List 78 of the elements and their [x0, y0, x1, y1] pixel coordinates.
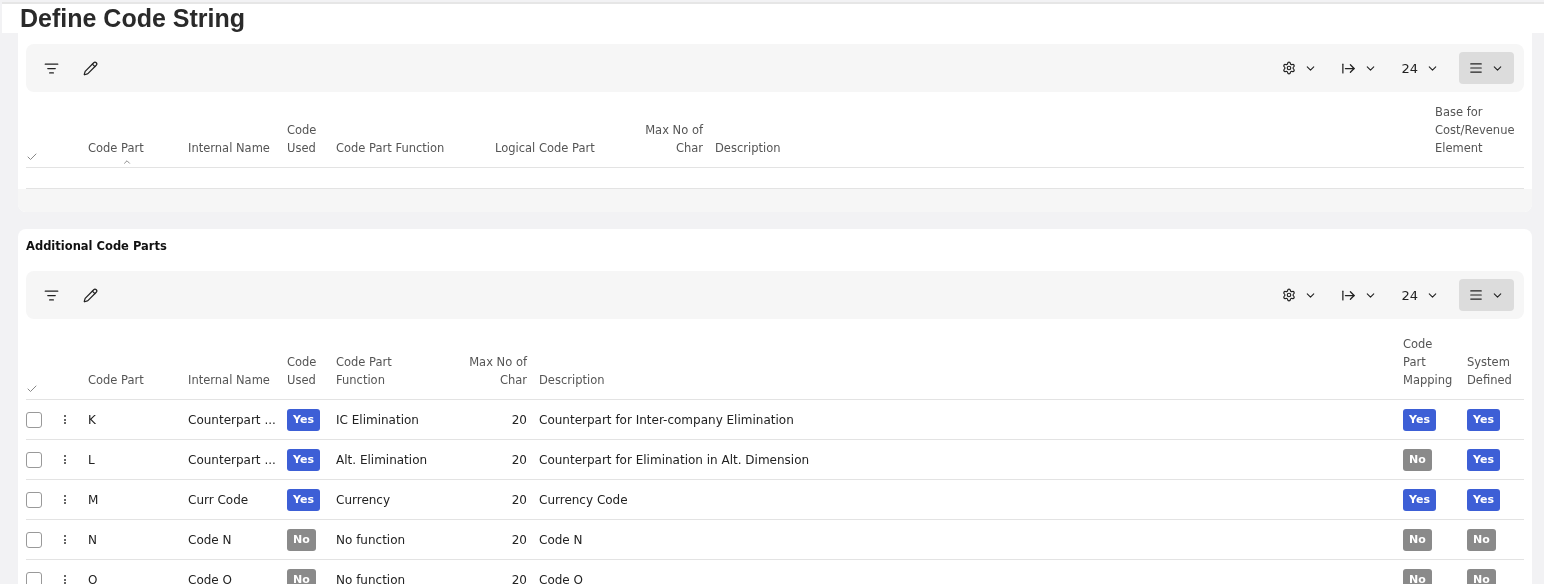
page-title: Define Code String — [20, 4, 245, 33]
row-checkbox[interactable] — [26, 451, 42, 468]
select-all-icon[interactable] — [26, 151, 38, 163]
table-cell-text: K — [88, 412, 97, 427]
table-cell-text: 20 — [510, 412, 527, 427]
table-cell-text: Counterpart for Inter-company Elimination — [538, 412, 795, 427]
column-header[interactable]: Max No of Char — [633, 121, 703, 167]
settings-icon — [1282, 288, 1297, 302]
table-cell-text: Code N — [188, 532, 233, 547]
status-badge: No — [1467, 529, 1496, 551]
status-badge: Yes — [1467, 489, 1500, 511]
table-cell-text: 20 — [510, 452, 527, 467]
table-cell-text: 20 — [510, 492, 527, 507]
table-cell-text: L — [88, 452, 96, 467]
column-header[interactable]: Code Used — [287, 353, 327, 399]
status-badge: No — [1403, 569, 1432, 584]
row-checkbox[interactable] — [26, 571, 42, 584]
status-badge: No — [1403, 449, 1432, 471]
table-cell-text: 20 — [510, 532, 527, 547]
row-checkbox[interactable] — [26, 491, 42, 508]
filter-icon — [44, 60, 59, 76]
table-cell-text: O — [88, 572, 99, 584]
table-cell-text: Currency Code — [538, 492, 629, 507]
table-cell-text: Code N — [538, 532, 584, 547]
column-header[interactable]: Code Part — [88, 371, 144, 399]
pencil-icon — [83, 60, 98, 76]
status-badge: No — [287, 569, 316, 584]
column-header[interactable]: Code Part Function — [336, 139, 445, 167]
filter-icon — [44, 287, 59, 303]
table-cell-text: Alt. Elimination — [336, 452, 429, 467]
column-header[interactable]: Logical Code Part — [495, 139, 595, 167]
table-cell-text: No function — [336, 532, 407, 547]
status-badge: No — [287, 529, 316, 551]
settings-icon — [1282, 61, 1297, 75]
table-cell-text: 20 — [510, 572, 527, 584]
table-cell-text: M — [88, 492, 100, 507]
page-size-button[interactable]: 24 — [1397, 54, 1443, 82]
table-cell-text: Counterpart ... — [188, 452, 277, 467]
column-header[interactable]: Code Part Function — [336, 353, 426, 399]
column-header[interactable]: Base for Cost/Revenue Element — [1435, 103, 1524, 167]
column-header[interactable]: Code Used — [287, 121, 327, 167]
column-header[interactable]: System Defined — [1467, 353, 1517, 399]
lines-icon — [1469, 61, 1483, 75]
column-header[interactable]: Code Part Mapping — [1403, 335, 1458, 399]
sort-icon — [122, 157, 133, 167]
table-cell-text: No function — [336, 572, 407, 584]
column-header[interactable]: Internal Name — [188, 371, 270, 399]
table-cell-text: N — [88, 532, 98, 547]
section-title: Additional Code Parts — [26, 238, 168, 255]
density-button[interactable] — [1459, 279, 1514, 311]
status-badge: Yes — [1403, 409, 1436, 431]
pencil-icon — [83, 287, 98, 303]
column-header[interactable]: Internal Name — [188, 139, 270, 167]
row-checkbox[interactable] — [26, 411, 42, 428]
lines-icon — [1469, 288, 1483, 302]
status-badge: Yes — [287, 449, 320, 471]
status-badge: No — [1403, 529, 1432, 551]
table-cell-text: Counterpart ... — [188, 412, 277, 427]
select-all-icon[interactable] — [26, 383, 38, 395]
column-header[interactable]: Max No of Char — [468, 353, 527, 399]
status-badge: Yes — [287, 409, 320, 431]
status-badge: Yes — [287, 489, 320, 511]
row-checkbox[interactable] — [26, 531, 42, 548]
column-header[interactable]: Code Part — [88, 139, 144, 167]
density-button[interactable] — [1459, 52, 1514, 84]
column-header[interactable]: Description — [527, 371, 605, 399]
table-cell-text: IC Elimination — [336, 412, 420, 427]
page-size-button[interactable]: 24 — [1397, 281, 1443, 309]
table-cell-text: Curr Code — [188, 492, 250, 507]
table-cell-text: Currency — [336, 492, 392, 507]
column-header[interactable]: Description — [703, 139, 781, 167]
status-badge: Yes — [1467, 449, 1500, 471]
status-badge: Yes — [1467, 409, 1500, 431]
status-badge: Yes — [1403, 489, 1436, 511]
table-cell-text: Code O — [538, 572, 584, 584]
table-cell-text: Code O — [188, 572, 233, 584]
table-cell-text: Counterpart for Elimination in Alt. Dimension — [538, 452, 811, 467]
status-badge: No — [1467, 569, 1496, 584]
